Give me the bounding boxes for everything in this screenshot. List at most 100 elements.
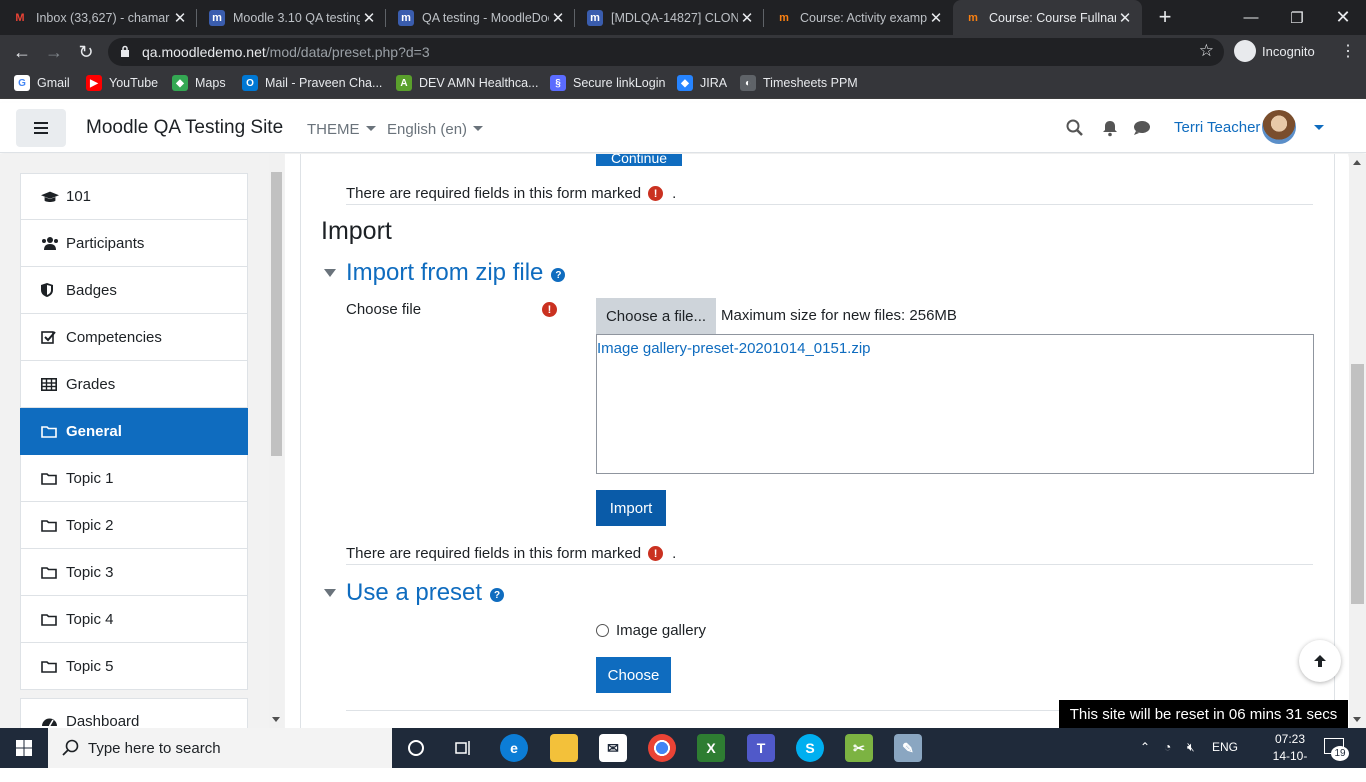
bookmark-jira[interactable]: ◆ JIRA [677,75,727,91]
back-to-top-button[interactable] [1299,640,1341,682]
restore-button[interactable]: ❐ [1274,0,1320,35]
avatar[interactable] [1262,110,1296,144]
forward-button[interactable]: → [42,40,66,64]
close-icon[interactable]: ✕ [927,9,945,27]
bell-icon[interactable] [1101,119,1119,137]
incognito-indicator[interactable]: Incognito [1234,40,1315,62]
file-drop-area[interactable]: Image gallery-preset-20201014_0151.zip [596,334,1314,474]
selected-file-link[interactable]: Image gallery-preset-20201014_0151.zip [597,340,871,357]
new-tab-button[interactable]: + [1153,4,1177,30]
drawer-item-topic-5[interactable]: Topic 5 [20,643,248,690]
skype-icon[interactable]: S [796,734,824,762]
browser-tab[interactable]: m [MDLQA-14827] CLONE ✕ [575,0,764,35]
help-icon[interactable]: ? [490,588,505,602]
scroll-up-arrow-icon[interactable] [1353,160,1361,165]
file-explorer-icon[interactable] [550,734,578,762]
start-button[interactable] [0,728,48,768]
theme-menu[interactable]: THEME [307,121,376,138]
preset-option-radio[interactable]: Image gallery [596,622,706,639]
close-icon[interactable]: ✕ [738,9,756,27]
drawer-item-topic-2[interactable]: Topic 2 [20,502,248,549]
drawer-item-general[interactable]: General [20,408,248,455]
chat-icon[interactable] [1133,119,1151,137]
drawer-item-grades[interactable]: Grades [20,361,248,408]
drawer-item-label: Topic 5 [66,657,114,675]
import-zip-legend[interactable]: Import from zip file ? [324,259,566,287]
continue-button[interactable]: Continue [596,154,682,166]
bookmark-youtube[interactable]: ▶ YouTube [86,75,158,91]
bookmark-gmail[interactable]: G Gmail [14,75,70,91]
required-note: There are required fields in this form m… [346,185,677,202]
drawer-item-topic-4[interactable]: Topic 4 [20,596,248,643]
drawer-toggle-button[interactable] [16,109,66,147]
browser-tab-active[interactable]: m Course: Course Fullnam ✕ [953,0,1142,35]
minimize-button[interactable]: — [1228,0,1274,35]
required-icon: ! [648,546,664,561]
address-bar[interactable]: qa.moodledemo.net/mod/data/preset.php?d=… [108,38,1224,66]
browser-tab[interactable]: m Course: Activity exampl ✕ [764,0,953,35]
drawer-item-competencies[interactable]: Competencies [20,314,248,361]
bookmark-dev-amn[interactable]: A DEV AMN Healthca... [396,75,539,91]
spreadsheet-icon[interactable]: X [697,734,725,762]
choose-button[interactable]: Choose [596,657,671,693]
browser-tab[interactable]: m Moodle 3.10 QA testing ✕ [197,0,386,35]
drawer-item-101[interactable]: 101 [20,173,248,220]
taskbar-search[interactable]: Type here to search [48,728,392,768]
language-indicator[interactable]: ENG [1212,740,1238,754]
browser-tab[interactable]: m QA testing - MoodleDoc ✕ [386,0,575,35]
close-icon[interactable]: ✕ [549,9,567,27]
use-preset-legend[interactable]: Use a preset ? [324,579,505,607]
moodle-icon: m [209,9,225,26]
close-icon[interactable]: ✕ [171,9,189,27]
scroll-down-arrow-icon[interactable] [272,717,280,722]
back-button[interactable]: ← [10,40,34,64]
windows-icon [16,740,32,756]
mail-icon[interactable]: ✉ [599,734,627,762]
drawer-item-badges[interactable]: Badges [20,267,248,314]
radio-button[interactable] [596,624,609,637]
bookmark-timesheets[interactable]: ◐ Timesheets PPM [740,75,858,91]
clock-date: 14-10-2020 [1272,749,1308,780]
teams-icon[interactable]: T [747,734,775,762]
scrollbar-thumb[interactable] [1351,364,1364,604]
wifi-icon[interactable]: ◔ [1164,740,1171,754]
drawer-scrollbar[interactable] [269,154,284,728]
page-scrollbar[interactable] [1349,154,1366,728]
user-menu[interactable]: Terri Teacher [1174,119,1260,136]
browser-tab[interactable]: M Inbox (33,627) - chamar ✕ [0,0,197,35]
bookmark-maps[interactable]: ◆ Maps [172,75,226,91]
close-window-button[interactable]: ✕ [1320,0,1366,35]
drawer-item-topic-1[interactable]: Topic 1 [20,455,248,502]
volume-muted-icon[interactable]: 🔇︎ [1187,740,1195,755]
close-icon[interactable]: ✕ [1116,9,1134,27]
more-menu-icon[interactable]: ⋮ [1340,41,1356,61]
language-menu[interactable]: English (en) [387,121,484,138]
drawer-item-topic-3[interactable]: Topic 3 [20,549,248,596]
bookmark-secure-link[interactable]: § Secure linkLogin [550,75,665,91]
reload-button[interactable]: ↻ [74,40,98,64]
required-icon: ! [648,186,664,201]
drawer-item-dashboard[interactable]: Dashboard [20,698,248,728]
drawer-item-label: Topic 4 [66,610,114,628]
bookmark-mail[interactable]: O Mail - Praveen Cha... [242,75,382,91]
scrollbar-thumb[interactable] [271,172,282,456]
search-icon[interactable] [1066,119,1084,137]
cortana-icon[interactable] [402,734,430,762]
drawer-item-participants[interactable]: Participants [20,220,248,267]
paint-icon[interactable]: ✎ [894,734,922,762]
import-heading: Import [321,217,392,245]
scroll-down-arrow-icon[interactable] [1353,717,1361,722]
task-view-icon[interactable] [450,734,478,762]
clock[interactable]: 07:23 14-10-2020 [1260,731,1320,782]
snipping-tool-icon[interactable]: ✂ [845,734,873,762]
close-icon[interactable]: ✕ [360,9,378,27]
import-button[interactable]: Import [596,490,666,526]
help-icon[interactable]: ? [551,268,566,282]
chevron-up-icon[interactable]: ⌃ [1140,740,1150,754]
chrome-icon[interactable] [648,734,676,762]
edge-icon[interactable]: e [500,734,528,762]
user-caret-icon[interactable] [1314,125,1324,130]
choose-file-button[interactable]: Choose a file... [596,298,716,334]
site-name[interactable]: Moodle QA Testing Site [86,117,283,139]
bookmark-star-icon[interactable]: ☆ [1199,41,1214,61]
